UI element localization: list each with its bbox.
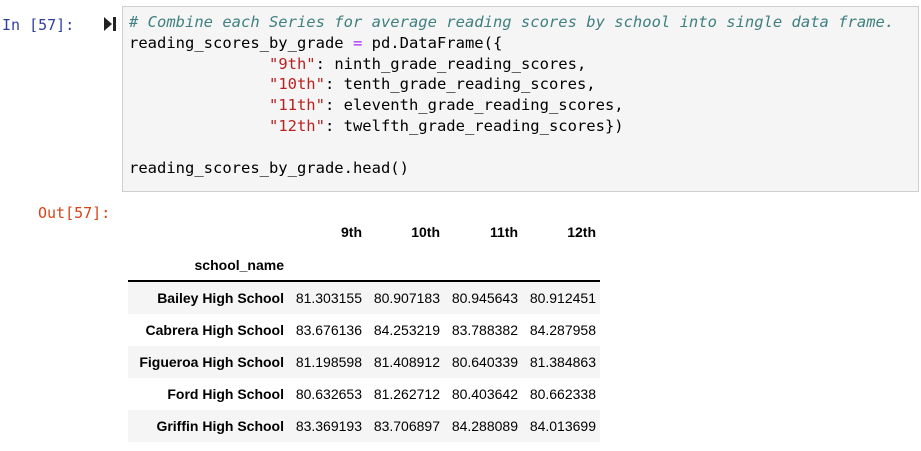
table-cell: 80.640339 bbox=[451, 354, 518, 370]
table-cell: 83.788382 bbox=[451, 322, 518, 338]
row-label: Bailey High School bbox=[157, 290, 284, 306]
table-cell: 84.288089 bbox=[451, 418, 518, 434]
row-label: Cabrera High School bbox=[145, 322, 284, 338]
code-input-area[interactable]: # Combine each Series for average readin… bbox=[122, 6, 919, 192]
code-line: "11th": eleventh_grade_reading_scores, bbox=[129, 95, 918, 116]
table-row: Ford High School 80.632653 81.262712 80.… bbox=[128, 378, 600, 410]
code-token: : tenth_grade_reading_scores, bbox=[324, 75, 596, 94]
row-label: Figueroa High School bbox=[139, 354, 284, 370]
table-cell: 80.912451 bbox=[529, 290, 596, 306]
index-name: school_name bbox=[128, 250, 288, 282]
code-token: reading_scores_by_grade.head() bbox=[129, 158, 409, 177]
header-blank bbox=[288, 250, 366, 282]
code-token: "10th" bbox=[268, 75, 325, 94]
code-line: # Combine each Series for average readin… bbox=[129, 12, 918, 33]
code-token: # Combine each Series for average readin… bbox=[129, 13, 895, 31]
run-cell-icon[interactable] bbox=[103, 16, 117, 32]
table-cell: 80.907183 bbox=[373, 290, 440, 306]
table-cell: 81.262712 bbox=[373, 386, 440, 402]
code-editor[interactable]: # Combine each Series for average readin… bbox=[123, 7, 918, 178]
code-token: : ninth_grade_reading_scores, bbox=[315, 54, 587, 73]
table-cell: 84.013699 bbox=[529, 418, 596, 434]
code-token: pd.DataFrame({ bbox=[362, 33, 503, 52]
column-header: 11th bbox=[489, 224, 518, 240]
code-token: reading_scores_by_grade bbox=[129, 33, 353, 52]
table-cell: 80.662338 bbox=[529, 386, 596, 402]
code-line: "10th": tenth_grade_reading_scores, bbox=[129, 74, 918, 95]
column-header: 12th bbox=[567, 224, 596, 240]
table-cell: 81.384863 bbox=[529, 354, 596, 370]
code-token: : eleventh_grade_reading_scores, bbox=[324, 96, 624, 115]
column-header: 9th bbox=[341, 224, 362, 240]
input-prompt: In [57]: bbox=[2, 16, 75, 34]
header-blank bbox=[128, 214, 288, 250]
code-line: "9th": ninth_grade_reading_scores, bbox=[129, 54, 918, 75]
code-line: "12th": twelfth_grade_reading_scores}) bbox=[129, 116, 918, 137]
table-row: Figueroa High School 81.198598 81.408912… bbox=[128, 346, 600, 378]
column-header: 10th bbox=[411, 224, 440, 240]
table-cell: 84.287958 bbox=[529, 322, 596, 338]
table-cell: 84.253219 bbox=[373, 322, 440, 338]
output-area: 9th 10th 11th 12th school_name Bailey Hi… bbox=[128, 214, 600, 442]
code-token: = bbox=[352, 33, 363, 52]
table-cell: 81.408912 bbox=[373, 354, 440, 370]
table-cell: 83.706897 bbox=[373, 418, 440, 434]
table-cell: 80.945643 bbox=[451, 290, 518, 306]
output-prompt: Out[57]: bbox=[38, 204, 111, 222]
header-blank bbox=[444, 250, 522, 282]
table-cell: 83.369193 bbox=[295, 418, 362, 434]
table-row: Bailey High School 81.303155 80.907183 8… bbox=[128, 281, 600, 314]
code-token: : twelfth_grade_reading_scores}) bbox=[324, 116, 624, 135]
table-cell: 81.198598 bbox=[295, 354, 362, 370]
code-line: reading_scores_by_grade.head() bbox=[129, 158, 918, 179]
table-cell: 83.676136 bbox=[295, 322, 362, 338]
code-token: "11th" bbox=[268, 96, 325, 115]
row-label: Griffin High School bbox=[156, 418, 284, 434]
dataframe-table: 9th 10th 11th 12th school_name Bailey Hi… bbox=[128, 214, 600, 442]
table-row: Cabrera High School 83.676136 84.253219 … bbox=[128, 314, 600, 346]
row-label: Ford High School bbox=[167, 386, 284, 402]
code-token: "12th" bbox=[268, 116, 325, 135]
code-token: "9th" bbox=[268, 54, 316, 73]
table-cell: 80.403642 bbox=[451, 386, 518, 402]
table-row: Griffin High School 83.369193 83.706897 … bbox=[128, 410, 600, 442]
header-blank bbox=[522, 250, 600, 282]
column-header-row: 9th 10th 11th 12th bbox=[128, 214, 600, 250]
table-cell: 80.632653 bbox=[295, 386, 362, 402]
table-cell: 81.303155 bbox=[295, 290, 362, 306]
code-line: reading_scores_by_grade = pd.DataFrame({ bbox=[129, 33, 918, 54]
header-blank bbox=[366, 250, 444, 282]
index-name-row: school_name bbox=[128, 250, 600, 282]
